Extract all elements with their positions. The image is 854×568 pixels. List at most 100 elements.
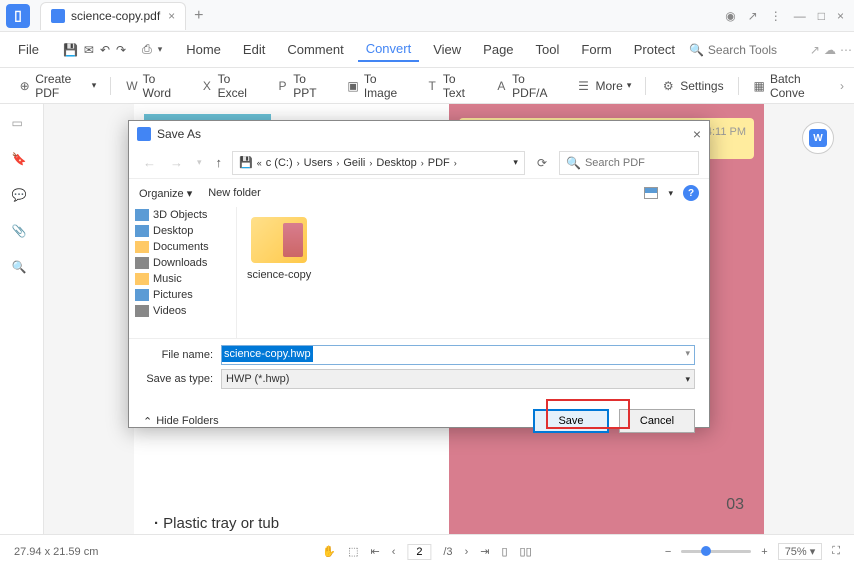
gear-icon: ⚙ — [660, 78, 676, 94]
menu-home[interactable]: Home — [178, 38, 229, 61]
text-icon: T — [425, 78, 438, 94]
last-page-icon[interactable]: ⇥ — [480, 545, 489, 558]
zoom-slider[interactable] — [681, 550, 751, 553]
print-icon[interactable]: ⎙ — [142, 41, 152, 59]
tree-item-downloads[interactable]: Downloads — [129, 255, 236, 271]
hide-folders-button[interactable]: ⌃Hide Folders — [143, 415, 219, 428]
settings-button[interactable]: ⚙Settings — [652, 74, 731, 98]
thumbnails-icon[interactable]: ▭ — [12, 116, 32, 136]
document-tab[interactable]: science-copy.pdf × — [40, 2, 186, 30]
tree-item-music[interactable]: Music — [129, 271, 236, 287]
share-icon[interactable]: ↗ — [748, 9, 758, 23]
word-badge[interactable]: W — [802, 122, 834, 154]
menu-convert[interactable]: Convert — [358, 37, 420, 62]
batch-convert-button[interactable]: ▦Batch Conve — [744, 68, 836, 104]
menu-view[interactable]: View — [425, 38, 469, 61]
single-page-icon[interactable]: ▯ — [501, 545, 507, 558]
next-page-icon[interactable]: › — [465, 546, 469, 558]
gift-icon[interactable]: ◉ — [725, 9, 735, 23]
filename-input[interactable]: science-copy.hwp▾ — [221, 345, 695, 365]
help-icon[interactable]: ? — [683, 185, 699, 201]
save-as-dialog: Save As × ← → ▾ ↑ 💾 « c (C:)› Users› Gei… — [128, 120, 710, 428]
ellipsis-icon[interactable]: ⋯ — [840, 43, 852, 57]
minimize-icon[interactable]: — — [794, 9, 806, 23]
comments-icon[interactable]: 💬 — [12, 188, 32, 208]
tree-item-3d[interactable]: 3D Objects — [129, 207, 236, 223]
view-mode-icon[interactable] — [644, 187, 658, 199]
close-window-icon[interactable]: × — [837, 9, 844, 23]
menu-page[interactable]: Page — [475, 38, 521, 61]
menu-comment[interactable]: Comment — [279, 38, 351, 61]
to-pdfa-button[interactable]: ATo PDF/A — [487, 68, 564, 104]
new-folder-button[interactable]: New folder — [208, 187, 261, 199]
external-icon[interactable]: ↗ — [810, 43, 820, 57]
zoom-in-icon[interactable]: + — [761, 546, 767, 558]
dialog-search[interactable]: 🔍 — [559, 151, 699, 175]
chevron-down-icon[interactable]: ▾ — [193, 155, 206, 170]
kebab-icon[interactable]: ⋮ — [770, 9, 782, 23]
folder-icon — [251, 217, 307, 263]
dialog-close-icon[interactable]: × — [693, 126, 701, 142]
overflow-icon[interactable]: › — [840, 79, 844, 93]
create-pdf-button[interactable]: ⊕Create PDF▾ — [10, 68, 104, 104]
nav-forward-icon[interactable]: → — [166, 153, 187, 172]
tree-item-pictures[interactable]: Pictures — [129, 287, 236, 303]
cancel-button[interactable]: Cancel — [619, 409, 695, 433]
select-tool-icon[interactable]: ⬚ — [348, 545, 358, 558]
redo-icon[interactable]: ↷ — [116, 41, 126, 59]
zoom-level[interactable]: 75% ▾ — [778, 543, 823, 560]
close-tab-icon[interactable]: × — [168, 9, 175, 23]
organize-button[interactable]: Organize ▾ — [139, 187, 192, 200]
file-menu[interactable]: File — [10, 38, 47, 61]
to-excel-button[interactable]: XTo Excel — [192, 68, 264, 104]
menu-protect[interactable]: Protect — [626, 38, 683, 61]
undo-icon[interactable]: ↶ — [100, 41, 110, 59]
tree-item-documents[interactable]: Documents — [129, 239, 236, 255]
file-list[interactable]: science-copy — [237, 207, 709, 338]
to-word-button[interactable]: WTo Word — [117, 68, 188, 104]
zoom-out-icon[interactable]: − — [665, 546, 671, 558]
two-page-icon[interactable]: ▯▯ — [520, 545, 532, 558]
to-image-button[interactable]: ▣To Image — [338, 68, 413, 104]
search-panel-icon[interactable]: 🔍 — [12, 260, 32, 280]
menu-edit[interactable]: Edit — [235, 38, 273, 61]
page-input[interactable] — [407, 544, 431, 560]
to-ppt-button[interactable]: PTo PPT — [268, 68, 335, 104]
first-page-icon[interactable]: ⇤ — [370, 545, 379, 558]
menu-form[interactable]: Form — [573, 38, 619, 61]
menu-icon: ☰ — [575, 78, 591, 94]
page-total: /3 — [443, 546, 452, 558]
prev-page-icon[interactable]: ‹ — [392, 546, 396, 558]
savetype-select[interactable]: HWP (*.hwp)▾ — [221, 369, 695, 389]
attachments-icon[interactable]: 📎 — [12, 224, 32, 244]
menu-tool[interactable]: Tool — [528, 38, 568, 61]
pdfa-icon: A — [495, 78, 508, 94]
dialog-search-input[interactable] — [585, 157, 685, 169]
tree-item-videos[interactable]: Videos — [129, 303, 236, 319]
view-dropdown-icon[interactable]: ▾ — [668, 188, 673, 199]
more-button[interactable]: ☰More▾ — [567, 74, 639, 98]
hand-tool-icon[interactable]: ✋ — [322, 545, 336, 558]
save-icon[interactable]: 💾 — [63, 41, 78, 59]
chevron-up-icon: ⌃ — [143, 415, 152, 428]
breadcrumb[interactable]: 💾 « c (C:)› Users› Geili› Desktop› PDF› … — [232, 151, 525, 175]
maximize-icon[interactable]: □ — [818, 9, 825, 23]
search-icon: 🔍 — [689, 43, 704, 57]
chevron-down-icon[interactable]: ▾ — [158, 41, 163, 59]
fit-icon[interactable]: ⛶ — [832, 545, 840, 558]
add-tab-icon[interactable]: + — [194, 7, 203, 25]
pdf-icon — [51, 9, 65, 23]
bookmarks-icon[interactable]: 🔖 — [12, 152, 32, 172]
refresh-icon[interactable]: ⟳ — [531, 156, 553, 170]
nav-up-icon[interactable]: ↑ — [212, 153, 227, 172]
folder-tree[interactable]: 3D Objects Desktop Documents Downloads M… — [129, 207, 237, 338]
cloud-icon[interactable]: ☁ — [824, 43, 836, 57]
to-text-button[interactable]: TTo Text — [417, 68, 482, 104]
tab-title: science-copy.pdf — [71, 9, 160, 23]
file-item[interactable]: science-copy — [247, 217, 311, 281]
save-button[interactable]: Save — [533, 409, 609, 433]
tree-item-desktop[interactable]: Desktop — [129, 223, 236, 239]
nav-back-icon[interactable]: ← — [139, 153, 160, 172]
search-tools-input[interactable] — [708, 43, 798, 57]
mail-icon[interactable]: ✉ — [84, 41, 94, 59]
